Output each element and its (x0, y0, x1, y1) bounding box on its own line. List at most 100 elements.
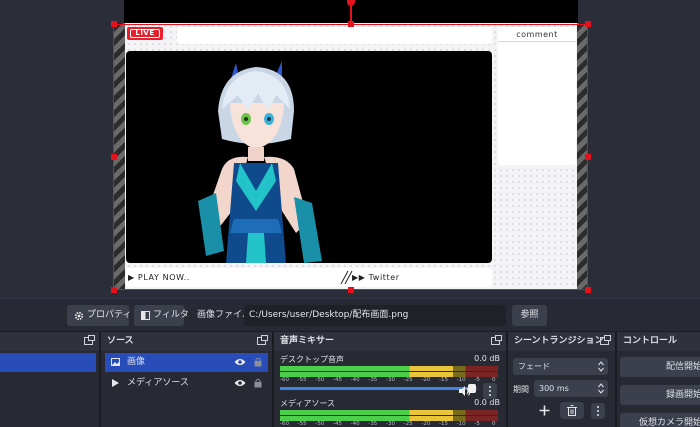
resize-handle-left[interactable] (111, 154, 117, 160)
meter-tick-label: -30 (386, 421, 395, 427)
mixer-channel-media: メディアソース 0.0 dB -60 -55 -50 -45 -40 -35 -30 -25-… (274, 395, 506, 427)
scenes-dock-header (0, 332, 99, 351)
meter-ticks: -60 -55 -50 -45 -40 -35 -30 -25 -20 -15 -10 -5 0 (280, 377, 500, 384)
twitter-label: ▶▶ Twitter (352, 273, 400, 282)
remove-transition-button[interactable] (560, 402, 584, 419)
controls-title: コントロール (623, 336, 678, 346)
meter-tick-label: -50 (315, 421, 325, 427)
eye-icon[interactable] (234, 379, 246, 387)
mixer-dock-header: 音声ミキサー (274, 332, 506, 351)
undock-icon[interactable] (257, 335, 268, 345)
duration-label: 期間 (513, 385, 529, 394)
gear-icon (74, 311, 84, 321)
channel-name: デスクトップ音声 (280, 355, 344, 364)
source-toolbar: プロパティ フィルタ 画像ファイル C:/Users/user/Desktop/… (0, 298, 700, 331)
resize-handle-bottom-left[interactable] (111, 287, 117, 293)
transition-menu-button[interactable] (591, 403, 605, 419)
meter-tick-label: -35 (368, 421, 378, 427)
mixer-title: 音声ミキサー (280, 336, 335, 346)
undock-icon[interactable] (84, 335, 95, 345)
channel-db: 0.0 dB (474, 354, 500, 363)
obs-window: LIVE comment ▶ PLAY NOW.. ▶▶ Twitter プロパ… (0, 0, 700, 427)
meter-tick-label: -15 (439, 377, 448, 383)
meter-tick-label: -25 (403, 377, 413, 383)
resize-handle-bottom[interactable] (348, 287, 354, 293)
transitions-title: シーントランジション (514, 336, 604, 346)
image-path-field[interactable]: C:/Users/user/Desktop/配布画面.png (244, 305, 506, 326)
duration-value: 300 ms (539, 384, 569, 393)
undock-icon[interactable] (491, 335, 502, 345)
meter-tick-label: -60 (280, 421, 289, 427)
character-illustration (198, 61, 322, 263)
start-streaming-button[interactable]: 配信開始 (620, 357, 700, 377)
meter-tick-label: -30 (386, 377, 395, 383)
level-meter-left (280, 366, 498, 371)
lock-icon[interactable] (254, 357, 262, 367)
meter-tick-label: -15 (439, 421, 448, 427)
audio-mixer-dock: 音声ミキサー デスクトップ音声 0.0 dB -60 -55 -50 -45 -40 -3… (274, 332, 507, 427)
plus-icon[interactable] (539, 405, 550, 416)
volume-slider[interactable] (280, 384, 478, 393)
sources-dock: ソース 画像 メディアソース (101, 332, 273, 427)
meter-tick-label: -60 (280, 377, 289, 383)
source-label: 画像 (127, 357, 146, 367)
meter-tick-label: -45 (333, 377, 342, 383)
channel-db: 0.0 dB (474, 398, 500, 407)
filters-button[interactable]: フィルタ (134, 305, 189, 326)
meter-tick-label: -20 (421, 421, 431, 427)
comment-panel: comment (498, 27, 576, 165)
meter-tick-label: -10 (456, 421, 466, 427)
source-label: メディアソース (127, 378, 189, 388)
level-meter-left (280, 410, 498, 415)
properties-button[interactable]: プロパティ (67, 305, 131, 326)
sources-dock-header: ソース (101, 332, 272, 351)
meter-tick-label: -5 (474, 421, 480, 427)
resize-handle-bottom-right[interactable] (585, 287, 591, 293)
meter-tick-label: -5 (474, 377, 480, 383)
mixer-channel-desktop: デスクトップ音声 0.0 dB -60 -55 -50 -45 -40 -35 -30 -25… (274, 351, 506, 395)
meter-tick-label: -45 (333, 421, 342, 427)
play-icon (112, 379, 119, 387)
live-badge: LIVE (127, 27, 163, 40)
start-recording-button[interactable]: 録画開始 (620, 385, 700, 405)
resize-handle-top-left[interactable] (111, 21, 117, 27)
duration-spinbox[interactable]: 300 ms (534, 380, 608, 397)
meter-ticks: -60 -55 -50 -45 -40 -35 -30 -25 -20 -15 -10 -5 0 (280, 421, 500, 427)
resize-handle-top-right[interactable] (585, 21, 591, 27)
mixer-menu-button[interactable] (483, 383, 497, 399)
meter-tick-label: -25 (403, 421, 413, 427)
speaker-icon[interactable] (459, 386, 471, 396)
meter-tick-label: -40 (350, 421, 360, 427)
scenes-dock (0, 332, 100, 427)
comment-header: comment (498, 27, 576, 42)
spinner-arrows-icon[interactable] (598, 383, 604, 394)
undock-icon[interactable] (600, 335, 611, 345)
source-item-image[interactable]: 画像 (105, 353, 268, 372)
now-playing-label: ▶ PLAY NOW.. (128, 273, 191, 282)
meter-tick-label: -10 (456, 377, 466, 383)
meter-tick-label: 0 (492, 421, 496, 427)
image-icon (111, 358, 120, 366)
start-virtual-camera-button[interactable]: 仮想カメラ開始 (620, 413, 700, 427)
resize-handle-right[interactable] (585, 154, 591, 160)
meter-tick-label: -35 (368, 377, 378, 383)
updown-icon (598, 361, 604, 372)
resize-handle-top[interactable] (348, 21, 354, 27)
meter-tick-label: -50 (315, 377, 325, 383)
channel-name: メディアソース (280, 399, 336, 408)
transition-select[interactable]: フェード (513, 358, 608, 375)
lock-icon[interactable] (254, 378, 262, 388)
meter-tick-label: -55 (297, 377, 307, 383)
info-bar: ▶ PLAY NOW.. ▶▶ Twitter (126, 268, 492, 287)
source-item-media[interactable]: メディアソース (105, 374, 268, 393)
meter-tick-label: -40 (350, 377, 360, 383)
trash-icon (567, 405, 577, 416)
title-bar (177, 27, 492, 44)
video-frame (126, 51, 492, 263)
browse-button[interactable]: 参照 (512, 305, 547, 326)
scene-item-selected[interactable] (0, 353, 96, 372)
meter-tick-label: -55 (297, 421, 307, 427)
preview-canvas[interactable]: LIVE comment ▶ PLAY NOW.. ▶▶ Twitter (0, 0, 700, 298)
eye-icon[interactable] (234, 358, 246, 366)
filter-icon (141, 311, 150, 320)
